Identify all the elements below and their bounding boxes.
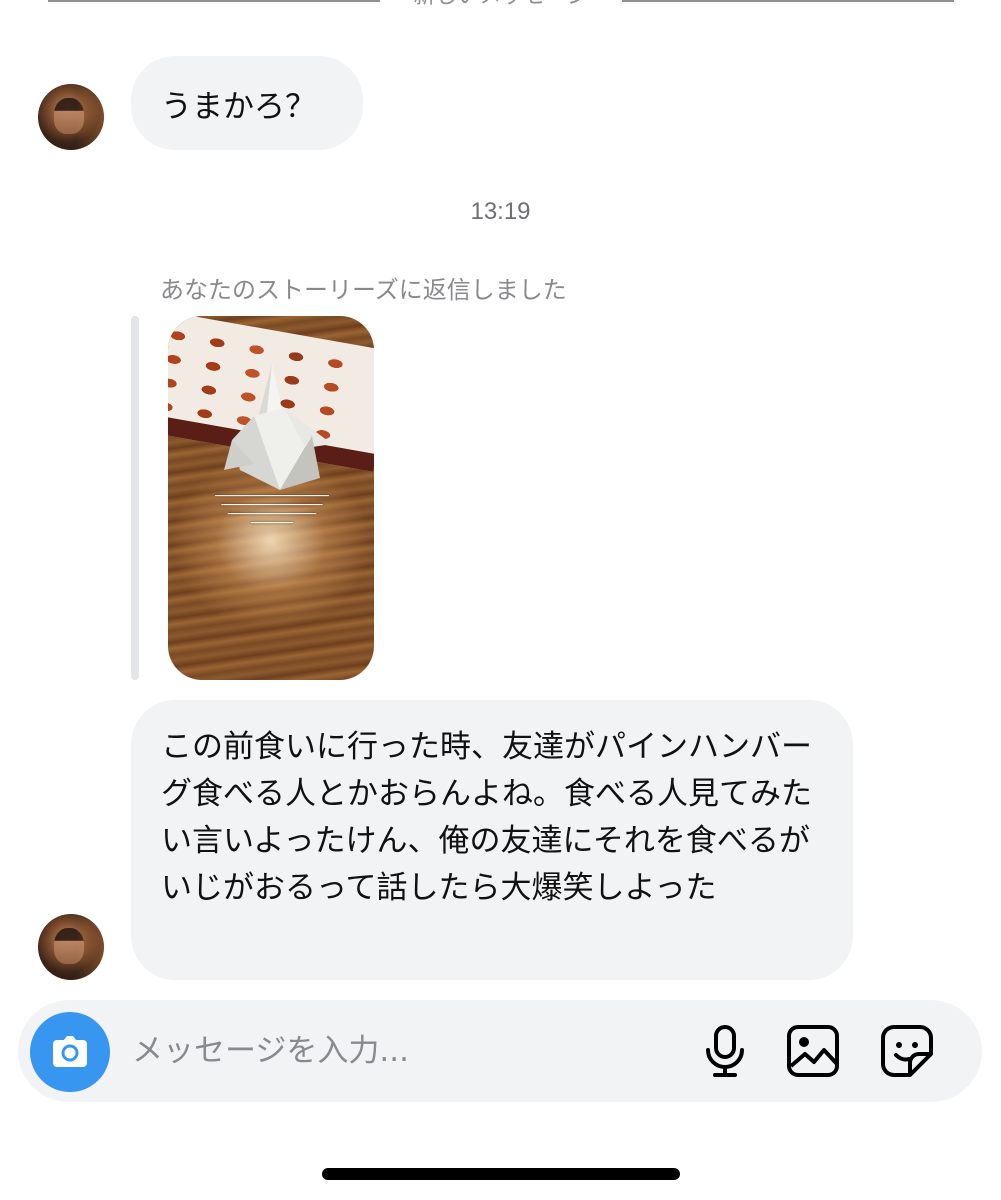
- paper-crane-image: [224, 364, 332, 490]
- message-bubble[interactable]: この前食いに行った時、友達がパインハンバーグ食べる人とかおらんよね。食べる人見て…: [131, 700, 853, 980]
- avatar-light: [76, 914, 104, 980]
- new-messages-divider-label: 新しいメッセージ: [380, 0, 622, 12]
- microphone-icon: [706, 1025, 744, 1077]
- reply-indicator-bar: [131, 316, 139, 680]
- divider-line-left: [48, 0, 380, 2]
- sender-avatar[interactable]: [38, 914, 104, 980]
- story-thumbnail[interactable]: ━━━━━━━━━━━━━━━━━━━━━━━━━━━ ━━━━━━━━━━━━…: [168, 316, 374, 680]
- divider-line-right: [622, 0, 954, 2]
- sender-avatar[interactable]: [38, 84, 104, 150]
- message-text: うまかろ？: [161, 88, 316, 125]
- sticker-button[interactable]: [878, 1022, 936, 1080]
- sticker-icon: [881, 1025, 933, 1077]
- image-gallery-icon: [787, 1025, 839, 1077]
- voice-message-button[interactable]: [696, 1022, 754, 1080]
- message-input[interactable]: [132, 1020, 672, 1082]
- story-reply-note: あなたのストーリーズに返信しました: [160, 276, 567, 304]
- gallery-button[interactable]: [784, 1022, 842, 1080]
- story-caption-image: ━━━━━━━━━━━━━━━━━━━━━━━━━━━ ━━━━━━━━━━━━…: [215, 492, 329, 527]
- camera-icon: [53, 1036, 87, 1067]
- camera-button[interactable]: [30, 1012, 110, 1092]
- message-timestamp: 13:19: [470, 198, 531, 225]
- avatar-light: [76, 84, 104, 150]
- home-indicator[interactable]: [322, 1168, 680, 1180]
- message-text: この前食いに行った時、友達がパインハンバーグ食べる人とかおらんよね。食べる人見て…: [161, 729, 812, 906]
- message-bubble[interactable]: うまかろ？: [131, 56, 363, 150]
